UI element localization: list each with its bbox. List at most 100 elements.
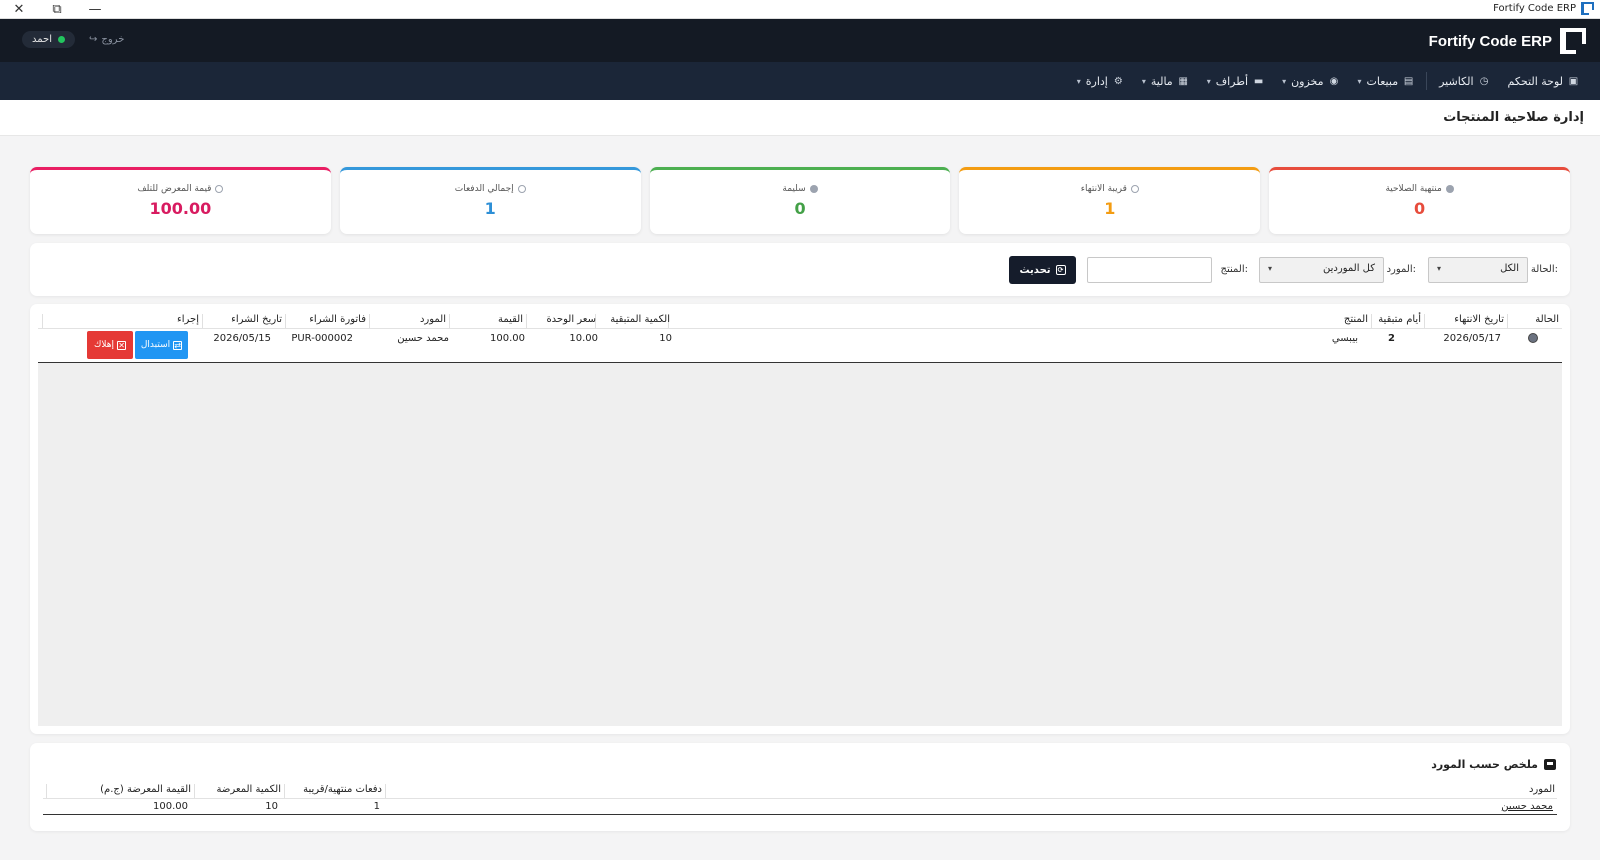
nav-label: لوحة التحكم — [1507, 74, 1563, 88]
minimize-window-icon[interactable]: — — [76, 0, 114, 19]
column-header[interactable]: الكمية المعرضة — [194, 784, 281, 798]
chevron-down-icon: ▾ — [1141, 76, 1146, 86]
table-row[interactable]: 2026/05/17 2 بيبسي 10 10.00 100.00 محمد … — [38, 329, 1562, 363]
column-header[interactable]: تاريخ الانتهاء — [1424, 314, 1504, 328]
window-title-area: Fortify Code ERP — [1493, 2, 1594, 15]
nav-item-finance[interactable]: ▦ مالية ▾ — [1133, 62, 1198, 100]
window-titlebar: ✕ ⧉ — Fortify Code ERP — [0, 0, 1600, 19]
window-title: Fortify Code ERP — [1493, 3, 1576, 14]
summary-qty: 10 — [265, 801, 278, 812]
stat-card-total-batches: إجمالي الدفعات 1 — [339, 167, 641, 234]
value-at-risk-icon — [215, 185, 224, 193]
stat-label-text: إجمالي الدفعات — [454, 184, 514, 194]
supplier-select-value: كل الموردين — [1323, 263, 1375, 274]
cell-supplier: محمد حسين — [397, 333, 449, 344]
column-header[interactable]: المنتج — [668, 314, 1368, 328]
dashboard-icon: ▣ — [1568, 75, 1579, 87]
archive-icon — [1544, 759, 1556, 770]
nav-item-cashier[interactable]: ◷ الكاشير — [1430, 62, 1498, 100]
nav-label: أطراف — [1215, 74, 1249, 88]
summary-value: 100.00 — [153, 801, 188, 812]
column-header[interactable]: دفعات منتهية/قريبة — [284, 784, 382, 798]
chevron-down-icon: ▾ — [1268, 264, 1273, 273]
stat-value: 0 — [1414, 199, 1426, 218]
nav-item-parties[interactable]: ▬ أطراف ▾ — [1198, 62, 1273, 100]
user-badge[interactable]: احمد — [22, 31, 75, 48]
logout-icon: ↪ — [89, 34, 98, 45]
nav-item-dashboard[interactable]: ▣ لوحة التحكم — [1499, 62, 1588, 100]
cell-invoice: PUR-000002 — [291, 333, 353, 344]
trash-icon: ✕ — [117, 340, 127, 350]
batches-icon — [517, 185, 526, 193]
summary-table-header: المورد دفعات منتهية/قريبة الكمية المعرضة… — [43, 783, 1557, 799]
inventory-icon: ◉ — [1329, 75, 1339, 87]
column-header[interactable]: المورد — [369, 314, 446, 328]
stat-card-label: منتهية الصلاحية — [1269, 184, 1570, 194]
cell-value: 100.00 — [490, 333, 525, 344]
stat-value: 1 — [484, 199, 496, 218]
column-header[interactable]: القيمة — [449, 314, 523, 328]
window-controls: ✕ ⧉ — — [0, 0, 114, 19]
column-header[interactable]: أيام متبقية — [1371, 314, 1421, 328]
stat-card-value-at-risk: قيمة المعرض للتلف 100.00 — [30, 167, 331, 234]
summary-supplier[interactable]: محمد حسين — [1501, 801, 1553, 812]
nav-divider — [1426, 72, 1428, 90]
status-select-value: الكل — [1500, 263, 1519, 274]
column-header[interactable]: تاريخ الشراء — [202, 314, 282, 328]
cell-qty-left: 10 — [659, 333, 672, 344]
status-indicator-icon — [1528, 333, 1538, 343]
status-select[interactable]: الكل ▾ — [1428, 257, 1528, 283]
column-header[interactable]: القيمة المعرضة (ج.م) — [46, 784, 191, 798]
stat-value: 0 — [794, 199, 806, 218]
supplier-filter-label: المورد: — [1386, 264, 1416, 275]
stat-card-valid: سليمة 0 — [649, 167, 951, 234]
stat-value: 1 — [1104, 199, 1116, 218]
page-header: إدارة صلاحية المنتجات — [0, 100, 1600, 136]
chevron-down-icon: ▾ — [1437, 264, 1442, 273]
nav-label: الكاشير — [1439, 74, 1474, 88]
column-header[interactable]: المورد — [385, 784, 1555, 798]
summary-title-area: ملخص حسب المورد — [1431, 758, 1556, 771]
cell-expiry-date: 2026/05/17 — [1443, 333, 1501, 344]
column-header[interactable]: سعر الوحدة — [526, 314, 596, 328]
column-header[interactable]: فاتورة الشراء — [285, 314, 366, 328]
refresh-icon: ⟳ — [1055, 265, 1066, 275]
refresh-label: تحديث — [1019, 264, 1051, 276]
column-header[interactable]: الكمية المتبقية — [595, 314, 670, 328]
admin-icon: ⚙ — [1113, 75, 1123, 87]
logout-button[interactable]: خروج ↪ — [89, 34, 124, 45]
table-row[interactable]: محمد حسين 1 10 100.00 — [43, 799, 1557, 815]
restore-window-icon[interactable]: ⧉ — [38, 0, 76, 19]
near-expiry-icon — [1130, 185, 1139, 193]
replace-button[interactable]: ⇄ استبدال — [135, 331, 188, 359]
nav-label: مالية — [1150, 74, 1173, 88]
close-window-icon[interactable]: ✕ — [0, 0, 38, 19]
app-header: Fortify Code ERP احمد خروج ↪ — [0, 19, 1600, 62]
stat-label-text: قيمة المعرض للتلف — [137, 184, 212, 194]
refresh-button[interactable]: ⟳ تحديث — [1009, 256, 1076, 284]
stat-cards: منتهية الصلاحية 0 قريبة الانتهاء 1 سليمة… — [30, 167, 1570, 234]
stat-card-label: قيمة المعرض للتلف — [30, 184, 331, 194]
stat-card-label: سليمة — [650, 184, 951, 194]
table-header: الحالة تاريخ الانتهاء أيام متبقية المنتج… — [38, 312, 1562, 329]
stat-card-near-expiry: قريبة الانتهاء 1 — [959, 167, 1261, 234]
column-header[interactable]: إجراء — [42, 314, 199, 328]
nav-item-sales[interactable]: ▤ مبيعات ▾ — [1349, 62, 1424, 100]
supplier-select[interactable]: كل الموردين ▾ — [1259, 257, 1384, 283]
nav-item-admin[interactable]: ⚙ إدارة ▾ — [1068, 62, 1133, 100]
brand[interactable]: Fortify Code ERP — [1429, 28, 1586, 54]
stat-label-text: منتهية الصلاحية — [1385, 184, 1442, 194]
parties-icon: ▬ — [1253, 75, 1264, 87]
cashier-icon: ◷ — [1479, 75, 1489, 87]
cell-product: بيبسي — [1331, 333, 1358, 344]
stat-card-expired: منتهية الصلاحية 0 — [1269, 167, 1570, 234]
column-header[interactable]: الحالة — [1507, 314, 1559, 328]
chevron-down-icon: ▾ — [1076, 76, 1081, 86]
dispose-button[interactable]: ✕ إهلاك — [87, 331, 133, 359]
product-search-input[interactable] — [1087, 257, 1212, 283]
nav-item-inventory[interactable]: ◉ مخزون ▾ — [1273, 62, 1348, 100]
online-status-icon — [58, 36, 65, 43]
nav-label: إدارة — [1085, 74, 1108, 88]
chevron-down-icon: ▾ — [1206, 76, 1211, 86]
batches-panel: الحالة تاريخ الانتهاء أيام متبقية المنتج… — [30, 304, 1570, 734]
